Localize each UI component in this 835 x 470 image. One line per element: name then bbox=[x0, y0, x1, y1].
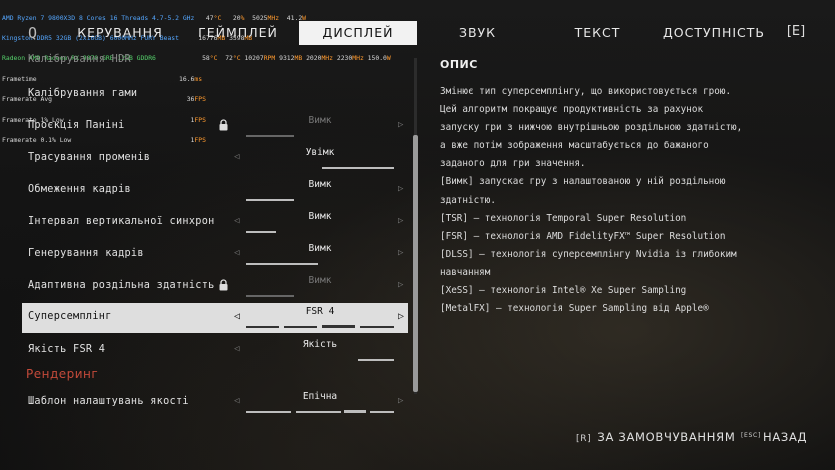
arrow-right-icon[interactable]: ▷ bbox=[398, 396, 403, 406]
arrow-left-icon[interactable]: ◁ bbox=[234, 396, 239, 406]
tab-gameplay[interactable]: ГЕЙМПЛЕЙ bbox=[188, 21, 288, 45]
setting-value: Вимк bbox=[308, 211, 332, 222]
setting-label: Інтервал вертикальної синхрон bbox=[28, 216, 215, 227]
description-line: [XeSS] — технологія Intel® Xe Super Samp… bbox=[440, 285, 687, 297]
reset-defaults-button[interactable]: [R] ЗА ЗАМОВЧУВАННЯМ bbox=[576, 430, 735, 448]
settings-list: Калібрування HDR Калібрування гами Проєк… bbox=[0, 48, 420, 470]
description-title: ОПИС bbox=[440, 58, 478, 71]
setting-row-vsync-interval[interactable]: Інтервал вертикальної синхрон ◁ Вимк ▷ bbox=[22, 208, 408, 238]
arrow-left-icon[interactable]: ◁ bbox=[234, 216, 239, 226]
setting-value: Увімк bbox=[305, 147, 335, 158]
description-line: запуску гри з нижчою внутрішньою розділь… bbox=[440, 122, 743, 134]
lock-icon bbox=[219, 279, 228, 291]
back-button[interactable]: [ESC] НАЗАД bbox=[741, 430, 807, 448]
arrow-left-icon[interactable]: ◁ bbox=[234, 248, 239, 258]
description-line: [DLSS] — технологія суперсемплінгу Nvidi… bbox=[440, 248, 737, 260]
option-track bbox=[246, 325, 394, 329]
section-header-rendering: Рендеринг bbox=[26, 367, 99, 381]
description-line: заданого для гри значення. bbox=[440, 158, 586, 170]
setting-value: Вимк bbox=[308, 243, 332, 254]
setting-label: Якість FSR 4 bbox=[28, 344, 106, 355]
setting-label: Адаптивна роздільна здатність bbox=[28, 280, 215, 291]
setting-label: Трасування променів bbox=[28, 152, 151, 163]
arrow-right-icon[interactable]: ▷ bbox=[398, 248, 403, 258]
option-track bbox=[246, 263, 394, 266]
back-label: НАЗАД bbox=[762, 430, 808, 444]
lock-icon bbox=[219, 119, 228, 131]
option-track bbox=[246, 295, 394, 298]
description-line: [TSR] — технологія Temporal Super Resolu… bbox=[440, 212, 687, 224]
setting-label: Шаблон налаштувань якості bbox=[28, 396, 189, 407]
option-track bbox=[246, 135, 394, 138]
option-track bbox=[246, 410, 394, 414]
description-panel: ОПИС Змінює тип суперсемплінгу, що викор… bbox=[440, 58, 820, 318]
reset-defaults-label: ЗА ЗАМОВЧУВАННЯМ bbox=[597, 430, 736, 444]
scrollbar-thumb[interactable] bbox=[413, 135, 418, 392]
setting-label: Суперсемплінг bbox=[28, 311, 112, 322]
arrow-right-icon[interactable]: ▷ bbox=[398, 184, 403, 194]
description-line: здатністю. bbox=[440, 194, 496, 206]
tab-text[interactable]: ТЕКСТ bbox=[550, 21, 645, 45]
esc-key-label: ESC bbox=[744, 432, 758, 439]
setting-value: Епічна bbox=[302, 391, 338, 402]
setting-label: Калібрування HDR bbox=[28, 54, 131, 65]
arrow-left-icon[interactable]: ◁ bbox=[234, 152, 239, 162]
setting-label: Проєкція Паніні bbox=[28, 120, 125, 131]
description-line: [Вимк] запускає гру з налаштованою у ній… bbox=[440, 176, 726, 188]
description-line: а вже потім зображення масштабується до … bbox=[440, 140, 709, 152]
key-r-icon: [R] bbox=[576, 434, 592, 444]
setting-row-ray-tracing[interactable]: Трасування променів ◁ Увімк bbox=[22, 144, 408, 174]
prev-tab-key[interactable]: Q bbox=[28, 24, 44, 42]
key-esc-icon: [ESC] bbox=[741, 432, 761, 439]
setting-row-quality-preset[interactable]: Шаблон налаштувань якості ◁ Епічна ▷ bbox=[22, 388, 408, 418]
setting-row-frame-limit[interactable]: Обмеження кадрів Вимк ▷ bbox=[22, 176, 408, 206]
description-line: Змінює тип суперсемплінгу, що використов… bbox=[440, 86, 732, 97]
option-track bbox=[246, 199, 394, 202]
setting-value: FSR 4 bbox=[305, 306, 335, 317]
setting-value: Вимк bbox=[308, 275, 332, 286]
arrow-right-icon[interactable]: ▷ bbox=[398, 280, 403, 290]
setting-value: Вимк bbox=[308, 115, 332, 126]
tab-display[interactable]: ДИСПЛЕЙ bbox=[299, 21, 417, 45]
setting-row-supersampling[interactable]: Суперсемплінг ◁ FSR 4 ▷ bbox=[22, 303, 408, 333]
setting-label: Генерування кадрів bbox=[28, 248, 144, 259]
arrow-left-icon[interactable]: ◁ bbox=[234, 311, 240, 322]
description-line: навчанням bbox=[440, 266, 491, 278]
arrow-right-icon[interactable]: ▷ bbox=[398, 120, 403, 130]
setting-row-adaptive-resolution[interactable]: Адаптивна роздільна здатність Вимк ▷ bbox=[22, 272, 408, 302]
setting-value: Якість bbox=[302, 339, 338, 350]
option-track bbox=[246, 231, 394, 234]
arrow-right-icon[interactable]: ▷ bbox=[398, 216, 403, 226]
tab-audio[interactable]: ЗВУК bbox=[430, 21, 525, 45]
setting-row-fsr4-quality[interactable]: Якість FSR 4 ◁ Якість bbox=[22, 336, 408, 366]
arrow-left-icon[interactable]: ◁ bbox=[234, 344, 239, 354]
setting-row-panini-projection[interactable]: Проєкція Паніні Вимк ▷ bbox=[22, 112, 408, 142]
setting-value: Вимк bbox=[308, 179, 332, 190]
option-track bbox=[246, 167, 394, 170]
setting-row-frame-generation[interactable]: Генерування кадрів ◁ Вимк ▷ bbox=[22, 240, 408, 270]
top-nav: Q КЕРУВАННЯ ГЕЙМПЛЕЙ ДИСПЛЕЙ ЗВУК ТЕКСТ … bbox=[0, 0, 835, 48]
setting-row-hdr-calibration[interactable]: Калібрування HDR bbox=[22, 52, 408, 68]
next-tab-key[interactable]: [E] bbox=[786, 21, 806, 43]
description-line: Цей алгоритм покращує продуктивність за … bbox=[440, 104, 704, 116]
tab-controls[interactable]: КЕРУВАННЯ bbox=[70, 21, 170, 45]
setting-row-gamma-calibration[interactable]: Калібрування гами bbox=[22, 80, 408, 110]
arrow-right-icon[interactable]: ▷ bbox=[398, 311, 404, 322]
option-track bbox=[246, 359, 394, 362]
tab-accessibility[interactable]: ДОСТУПНІСТЬ bbox=[658, 21, 770, 45]
description-line: [FSR] — технологія AMD FidelityFX™ Super… bbox=[440, 230, 726, 242]
setting-label: Калібрування гами bbox=[28, 88, 138, 99]
setting-label: Обмеження кадрів bbox=[28, 184, 131, 195]
description-line: [MetalFX] — технологія Super Sampling ві… bbox=[440, 303, 709, 315]
